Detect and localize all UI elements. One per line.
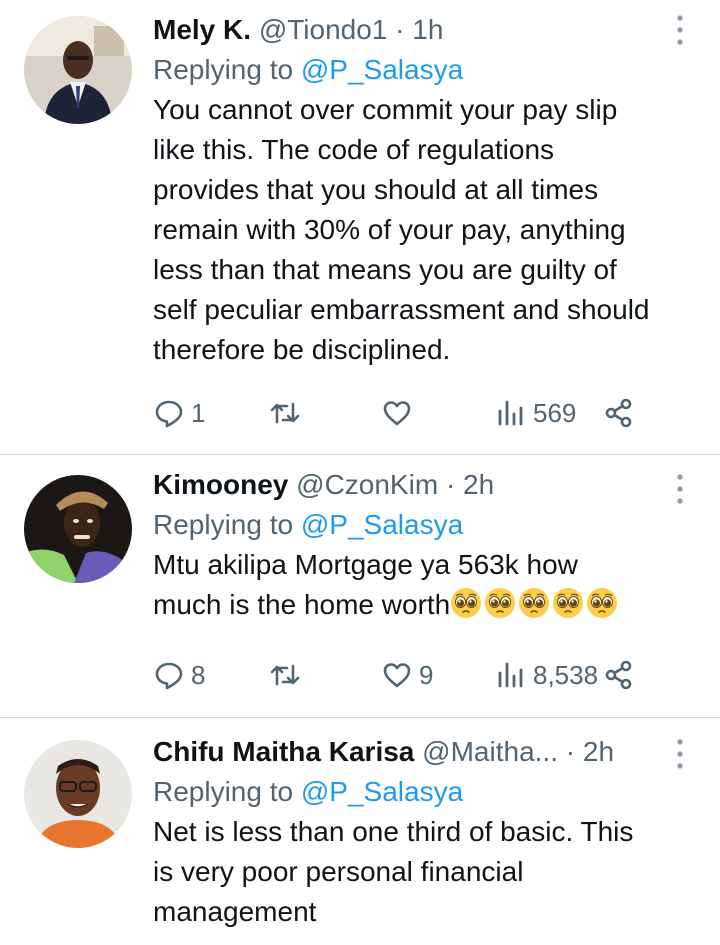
reply-button[interactable]: 1: [153, 393, 205, 433]
avatar-photo: [24, 475, 132, 583]
tweet-text-line: You cannot over commit your pay slip: [153, 94, 618, 125]
views-button[interactable]: 8,538: [495, 655, 598, 695]
tweet-text-line: remain with 30% of your pay, anything: [153, 214, 626, 245]
more-vertical-icon: [677, 474, 683, 504]
reply-count: 1: [191, 397, 206, 428]
tweet-text-line: less than that means you are guilty of: [153, 254, 617, 285]
views-button[interactable]: 569: [495, 393, 576, 433]
reply-count: 8: [191, 659, 206, 690]
pleading-face-emoji: [450, 587, 482, 619]
display-name[interactable]: Mely K.: [153, 14, 251, 45]
share-button[interactable]: [603, 655, 635, 695]
display-name[interactable]: Kimooney: [153, 469, 288, 500]
user-handle[interactable]: @Maitha...: [422, 736, 558, 767]
tweet-text-line: Net is less than one third of basic. Thi…: [153, 816, 634, 847]
avatar[interactable]: [24, 740, 132, 848]
avatar[interactable]: [24, 16, 132, 124]
like-button[interactable]: [381, 393, 419, 433]
pleading-face-emoji: [552, 587, 584, 619]
user-handle[interactable]: @CzonKim: [296, 469, 438, 500]
tweet-text-line: therefore be disciplined.: [153, 334, 451, 365]
replying-to: Replying to @P_Salasya: [153, 505, 704, 545]
avatar-photo: [24, 16, 132, 124]
tweet-text-line: is very poor personal financial: [153, 856, 524, 887]
retweet-button[interactable]: [269, 393, 307, 433]
replying-prefix: Replying to: [153, 54, 294, 85]
like-icon: [383, 401, 411, 426]
tweet-text: Mtu akilipa Mortgage ya 563k how much is…: [153, 545, 704, 625]
share-icon: [605, 398, 632, 428]
view-count: 8,538: [533, 659, 599, 690]
tweet-text-line: like this. The code of regulations: [153, 134, 555, 165]
more-vertical-icon: [677, 15, 683, 45]
emoji-row: [450, 587, 620, 620]
views-icon: [498, 400, 523, 426]
share-icon: [605, 660, 632, 690]
avatar-photo: [24, 740, 132, 848]
tweet-text-line: much is the home worth: [153, 589, 451, 620]
pleading-face-emoji: [518, 587, 550, 619]
tweet[interactable]: Kimooney @CzonKim · 2h Replying to @P_Sa…: [0, 455, 720, 718]
tweet[interactable]: Chifu Maitha Karisa @Maitha... · 2h Repl…: [0, 718, 720, 945]
replying-prefix: Replying to: [153, 776, 294, 807]
views-icon: [498, 662, 523, 688]
user-handle[interactable]: @Tiondo1: [259, 14, 388, 45]
mention-link[interactable]: @P_Salasya: [301, 54, 463, 85]
more-options-button[interactable]: [668, 471, 692, 507]
more-vertical-icon: [677, 739, 683, 769]
view-count: 569: [533, 397, 577, 428]
reply-icon: [155, 662, 183, 690]
mention-link[interactable]: @P_Salasya: [301, 776, 463, 807]
display-name[interactable]: Chifu Maitha Karisa: [153, 736, 414, 767]
timestamp[interactable]: 2h: [463, 469, 494, 500]
tweet-header: Kimooney @CzonKim · 2h: [153, 465, 704, 505]
retweet-icon: [270, 402, 300, 424]
replying-prefix: Replying to: [153, 509, 294, 540]
timestamp[interactable]: 2h: [583, 736, 614, 767]
action-bar: 8 9 8,538: [153, 655, 720, 695]
tweet-text: You cannot over commit your pay slip lik…: [153, 90, 704, 370]
avatar[interactable]: [24, 475, 132, 583]
tweet[interactable]: Mely K. @Tiondo1 · 1h Replying to @P_Sal…: [0, 0, 720, 455]
more-options-button[interactable]: [668, 736, 692, 772]
like-button[interactable]: 9: [381, 655, 433, 695]
tweet-text-line: provides that you should at all times: [153, 174, 599, 205]
tweet-text-line-with-emoji: much is the home worth: [153, 585, 704, 625]
like-count: 9: [419, 659, 434, 690]
tweet-header: Chifu Maitha Karisa @Maitha... · 2h: [153, 732, 704, 772]
separator-dot: ·: [445, 469, 456, 500]
mention-link[interactable]: @P_Salasya: [301, 509, 463, 540]
share-button[interactable]: [603, 393, 635, 433]
action-bar: 1 569: [153, 393, 720, 433]
replying-to: Replying to @P_Salasya: [153, 50, 704, 90]
like-icon: [383, 663, 411, 688]
reply-icon: [155, 400, 183, 428]
retweet-button[interactable]: [269, 655, 307, 695]
tweet-text-line: management: [153, 896, 317, 927]
tweet-text: Net is less than one third of basic. Thi…: [153, 812, 704, 932]
tweet-header: Mely K. @Tiondo1 · 1h: [153, 10, 704, 50]
more-options-button[interactable]: [668, 12, 692, 48]
tweet-text-line: Mtu akilipa Mortgage ya 563k how: [153, 549, 578, 580]
retweet-icon: [270, 664, 300, 686]
timestamp[interactable]: 1h: [412, 14, 443, 45]
pleading-face-emoji: [586, 587, 618, 619]
replying-to: Replying to @P_Salasya: [153, 772, 704, 812]
pleading-face-emoji: [484, 587, 516, 619]
separator-dot: ·: [395, 14, 405, 45]
separator-dot: ·: [565, 736, 576, 767]
reply-button[interactable]: 8: [153, 655, 205, 695]
tweet-text-line: self peculiar embarrassment and should: [153, 294, 650, 325]
